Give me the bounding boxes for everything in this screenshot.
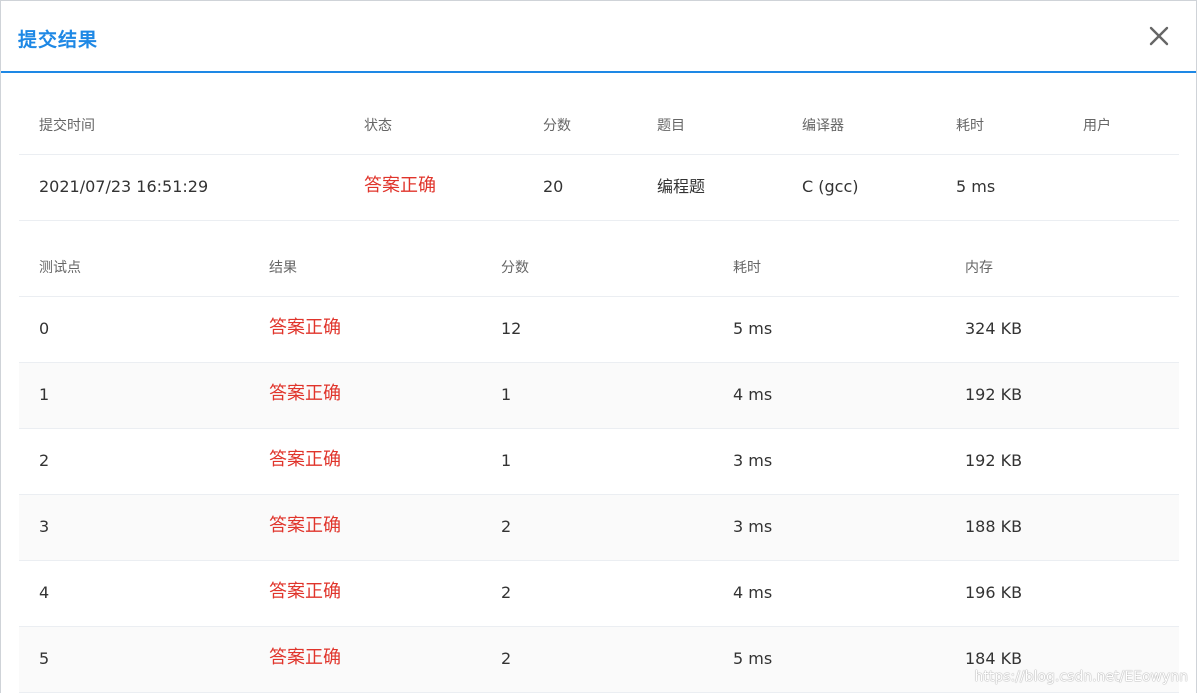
dialog-header: 提交结果 bbox=[1, 1, 1196, 73]
testcase-score: 1 bbox=[501, 385, 512, 404]
testcase-id: 1 bbox=[39, 385, 50, 404]
dialog-title: 提交结果 bbox=[18, 29, 99, 51]
testcase-memory: 192 KB bbox=[965, 385, 1023, 404]
duration-value: 5 ms bbox=[956, 177, 996, 196]
header-score: 分数 bbox=[543, 118, 571, 134]
submit-time-value: 2021/07/23 16:51:29 bbox=[39, 177, 209, 196]
header-submit-time: 提交时间 bbox=[39, 118, 95, 134]
status-value[interactable]: 答案正确 bbox=[364, 176, 436, 196]
table-row: 1 答案正确 1 4 ms 192 KB bbox=[19, 363, 1179, 429]
testcase-time: 3 ms bbox=[733, 451, 773, 470]
testcase-result: 答案正确 bbox=[269, 515, 341, 536]
testcase-header-row: 测试点 结果 分数 耗时 内存 bbox=[19, 221, 1179, 297]
header-compiler: 编译器 bbox=[802, 118, 844, 134]
table-row: 0 答案正确 12 5 ms 324 KB bbox=[19, 297, 1179, 363]
testcase-time: 3 ms bbox=[733, 517, 773, 536]
header-problem: 题目 bbox=[657, 118, 685, 134]
header-tc-time: 耗时 bbox=[733, 260, 761, 276]
testcase-result: 答案正确 bbox=[269, 581, 341, 602]
testcase-time: 4 ms bbox=[733, 583, 773, 602]
header-user: 用户 bbox=[1083, 118, 1111, 134]
testcase-table: 测试点 结果 分数 耗时 内存 0 答案正确 12 5 ms 324 KB 1 … bbox=[19, 221, 1179, 693]
table-row: 4 答案正确 2 4 ms 196 KB bbox=[19, 561, 1179, 627]
testcase-id: 0 bbox=[39, 319, 50, 338]
testcase-result: 答案正确 bbox=[269, 647, 341, 668]
testcase-score: 12 bbox=[501, 319, 522, 338]
testcase-memory: 184 KB bbox=[965, 649, 1023, 668]
testcase-memory: 196 KB bbox=[965, 583, 1023, 602]
testcase-id: 5 bbox=[39, 649, 50, 668]
problem-value[interactable]: 编程题 bbox=[657, 177, 705, 197]
testcase-time: 5 ms bbox=[733, 319, 773, 338]
summary-table: 提交时间 状态 分数 题目 编译器 耗时 用户 2021/07/23 16:51… bbox=[19, 73, 1179, 221]
header-tc-score: 分数 bbox=[501, 260, 529, 276]
watermark: https://blog.csdn.net/EEowynn bbox=[974, 669, 1189, 685]
testcase-id: 2 bbox=[39, 451, 50, 470]
header-duration: 耗时 bbox=[956, 118, 984, 134]
score-value: 20 bbox=[543, 177, 564, 196]
testcase-time: 5 ms bbox=[733, 649, 773, 668]
table-row: 3 答案正确 2 3 ms 188 KB bbox=[19, 495, 1179, 561]
header-testcase: 测试点 bbox=[39, 260, 81, 276]
table-row: 2 答案正确 1 3 ms 192 KB bbox=[19, 429, 1179, 495]
testcase-memory: 324 KB bbox=[965, 319, 1023, 338]
testcase-result: 答案正确 bbox=[269, 383, 341, 404]
testcase-memory: 188 KB bbox=[965, 517, 1023, 536]
testcase-score: 2 bbox=[501, 583, 512, 602]
testcase-score: 1 bbox=[501, 451, 512, 470]
submission-result-dialog: 提交结果 提交时间 状态 分数 题目 编译器 耗时 用户 2021/07/23 … bbox=[0, 0, 1197, 693]
summary-data-row: 2021/07/23 16:51:29 答案正确 20 编程题 C (gcc) … bbox=[19, 155, 1179, 221]
testcase-result: 答案正确 bbox=[269, 317, 341, 338]
header-memory: 内存 bbox=[965, 260, 993, 276]
testcase-memory: 192 KB bbox=[965, 451, 1023, 470]
testcase-id: 3 bbox=[39, 517, 50, 536]
header-status: 状态 bbox=[364, 118, 392, 134]
header-result: 结果 bbox=[269, 260, 297, 276]
testcase-score: 2 bbox=[501, 517, 512, 536]
compiler-value: C (gcc) bbox=[802, 177, 859, 196]
testcase-id: 4 bbox=[39, 583, 50, 602]
testcase-time: 4 ms bbox=[733, 385, 773, 404]
testcase-result: 答案正确 bbox=[269, 449, 341, 470]
testcase-score: 2 bbox=[501, 649, 512, 668]
summary-header-row: 提交时间 状态 分数 题目 编译器 耗时 用户 bbox=[19, 73, 1179, 155]
close-icon bbox=[1149, 26, 1169, 46]
close-button[interactable] bbox=[1146, 23, 1172, 49]
